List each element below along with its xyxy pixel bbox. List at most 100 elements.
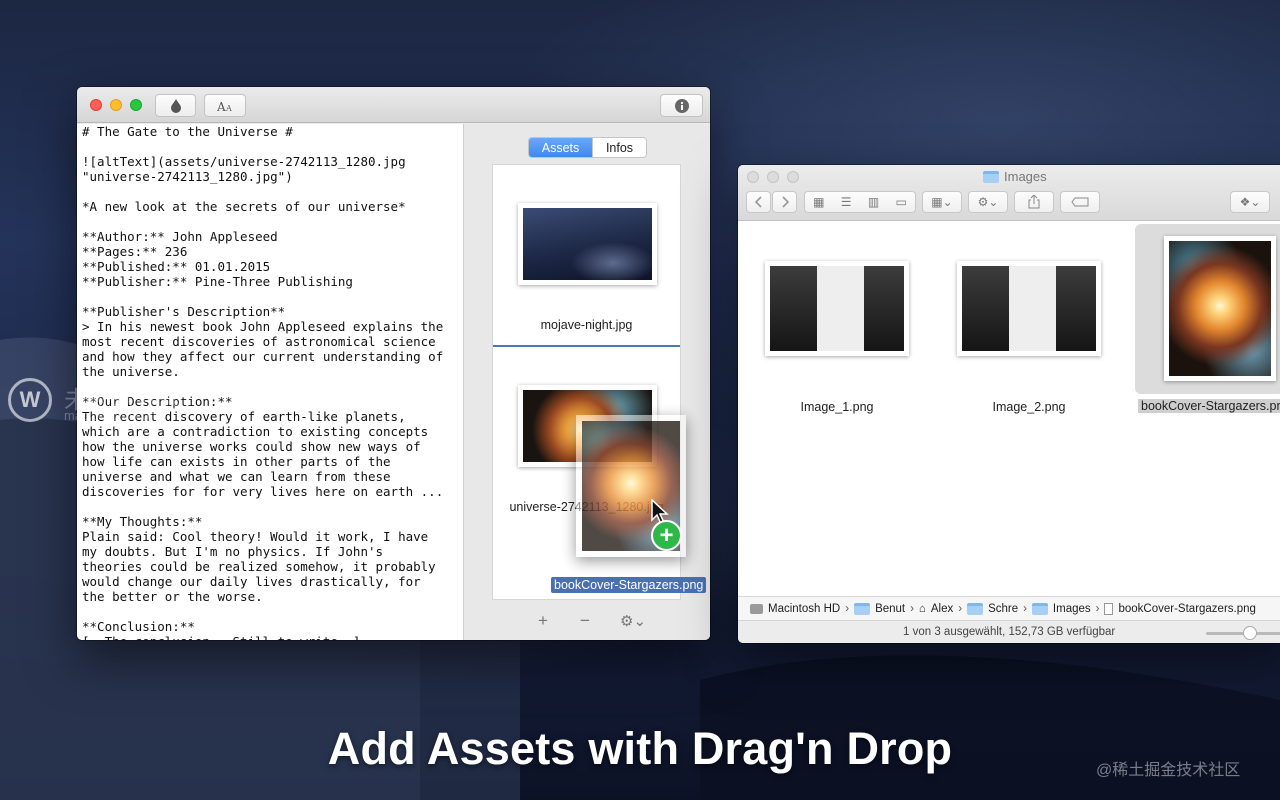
path-item[interactable]: Schreibtisch: [988, 603, 1018, 615]
share-button[interactable]: [1014, 191, 1054, 213]
home-icon: ⌂: [918, 602, 926, 615]
folder-icon: [854, 602, 871, 615]
close-button[interactable]: [90, 99, 102, 111]
asset-item[interactable]: mojave-night.jpg: [493, 165, 680, 347]
editor-line: **Publisher:** Pine-Three Publishing: [82, 274, 353, 289]
folder-icon: [983, 170, 999, 183]
editor-line: **Author:** John Appleseed: [82, 229, 278, 244]
column-view-icon[interactable]: ▥: [868, 195, 879, 209]
editor-window: AA # The Gate to the Universe # ![altText…: [77, 87, 710, 640]
watermark-text: @稀土掘金技术社区: [1096, 762, 1241, 779]
finder-window: Images ▦ ☰ ▥ ▭ ▦⌄ ⚙⌄ ❖⌄ Image_1.png Imag…: [738, 165, 1280, 643]
tab-infos[interactable]: Infos: [592, 138, 646, 157]
file-icon: [1104, 602, 1114, 615]
editor-line: **My Thoughts:**: [82, 514, 203, 529]
gear-menu-button[interactable]: ⚙︎⌄: [620, 612, 646, 630]
file-name: bookCover-Stargazers.png: [1138, 399, 1280, 413]
add-asset-button[interactable]: +: [538, 611, 548, 631]
folder-icon: [967, 602, 984, 615]
file-item[interactable]: Image_2.png: [950, 249, 1110, 449]
sidebar-tabs: Assets Infos: [528, 137, 647, 158]
editor-line: universe and what we can learn from thes…: [82, 469, 391, 484]
file-name: Image_1.png: [800, 400, 874, 414]
editor-line: which are a contradiction to existing co…: [82, 424, 429, 439]
editor-line: the universe.: [82, 364, 180, 379]
status-bar: 1 von 3 ausgewählt, 152,73 GB verfügbar: [738, 620, 1280, 643]
file-thumbnail: [1164, 236, 1276, 381]
file-item-selected[interactable]: bookCover-Stargazers.png: [1135, 224, 1280, 449]
hard-drive-icon: [750, 603, 763, 614]
editor-line: **Published:** 01.01.2015: [82, 259, 271, 274]
path-item[interactable]: bookCover-Stargazers.png: [1118, 603, 1255, 615]
gallery-view-icon[interactable]: ▭: [895, 195, 906, 209]
close-button[interactable]: [747, 171, 759, 183]
copy-plus-icon: +: [651, 520, 682, 551]
tab-assets[interactable]: Assets: [529, 138, 592, 157]
editor-line: Plain said: Cool theory! Would it work, …: [82, 529, 429, 544]
font-button[interactable]: AA: [204, 94, 246, 117]
svg-text:A: A: [217, 100, 226, 112]
editor-line: discoveries for for very lives here on e…: [82, 484, 444, 499]
file-thumbnail: [957, 261, 1101, 356]
chevron-right-icon: [781, 196, 789, 208]
path-item[interactable]: Alex: [931, 603, 953, 615]
path-item[interactable]: Benutzer: [875, 603, 905, 615]
share-icon: [1028, 195, 1040, 209]
tag-icon: [1071, 197, 1089, 207]
path-item[interactable]: Macintosh HD: [768, 603, 840, 615]
file-name: Image_2.png: [992, 400, 1066, 414]
minimize-button[interactable]: [767, 171, 779, 183]
path-bar: Macintosh HD› Benutzer› ⌂ Alex› Schreibt…: [738, 596, 1280, 620]
dropbox-icon: ❖⌄: [1239, 195, 1261, 209]
folder-icon: [1031, 602, 1048, 615]
zoom-button[interactable]: [787, 171, 799, 183]
editor-line: **Pages:** 236: [82, 244, 188, 259]
dropbox-button[interactable]: ❖⌄: [1230, 191, 1270, 213]
editor-line: would change our daily lives drastically…: [82, 574, 421, 589]
editor-line: **Conclusion:**: [82, 619, 195, 634]
editor-line: > In his newest book John Appleseed expl…: [82, 319, 444, 334]
gear-icon: ⚙⌄: [977, 195, 999, 209]
back-button[interactable]: [746, 191, 771, 213]
tag-button[interactable]: [1060, 191, 1100, 213]
group-button[interactable]: ▦⌄: [922, 191, 962, 213]
svg-text:A: A: [225, 104, 232, 112]
forward-button[interactable]: [772, 191, 797, 213]
editor-line: # The Gate to the Universe #: [82, 124, 293, 139]
editor-line: [- The conclusion - Still to write -]: [82, 634, 458, 640]
editor-titlebar: AA: [77, 87, 710, 123]
icon-view-icon[interactable]: ▦: [813, 195, 824, 209]
asset-label: mojave-night.jpg: [540, 318, 633, 332]
action-button[interactable]: ⚙⌄: [968, 191, 1008, 213]
editor-line: most recent discoveries of astronomical …: [82, 334, 436, 349]
minimize-button[interactable]: [110, 99, 122, 111]
zoom-button[interactable]: [130, 99, 142, 111]
finder-titlebar: Images ▦ ☰ ▥ ▭ ▦⌄ ⚙⌄ ❖⌄: [738, 165, 1280, 221]
info-button[interactable]: [660, 94, 703, 117]
info-icon: [674, 98, 689, 113]
view-switcher[interactable]: ▦ ☰ ▥ ▭: [804, 191, 916, 213]
slider-knob[interactable]: [1243, 626, 1257, 640]
editor-line: how life can exists in other parts of th…: [82, 454, 391, 469]
watermark-url: mac.orsoon.com: [64, 408, 161, 423]
caption: Add Assets with Drag'n Drop: [327, 723, 953, 774]
chevron-left-icon: [754, 196, 762, 208]
theme-button[interactable]: [155, 94, 196, 117]
editor-line: *A new look at the secrets of our univer…: [82, 199, 406, 214]
path-item[interactable]: Images: [1053, 603, 1091, 615]
asset-thumbnail: [518, 203, 657, 285]
asset-sidebar: Assets Infos mojave-night.jpg universe-2…: [463, 124, 710, 640]
list-view-icon[interactable]: ☰: [841, 195, 852, 209]
font-size-icon: AA: [217, 100, 232, 112]
group-icon: ▦⌄: [931, 195, 953, 209]
file-item[interactable]: Image_1.png: [758, 249, 918, 449]
editor-line: and how they affect our current understa…: [82, 349, 444, 364]
editor-line: theories could be realized somehow, it p…: [82, 559, 436, 574]
remove-asset-button[interactable]: −: [580, 611, 590, 631]
